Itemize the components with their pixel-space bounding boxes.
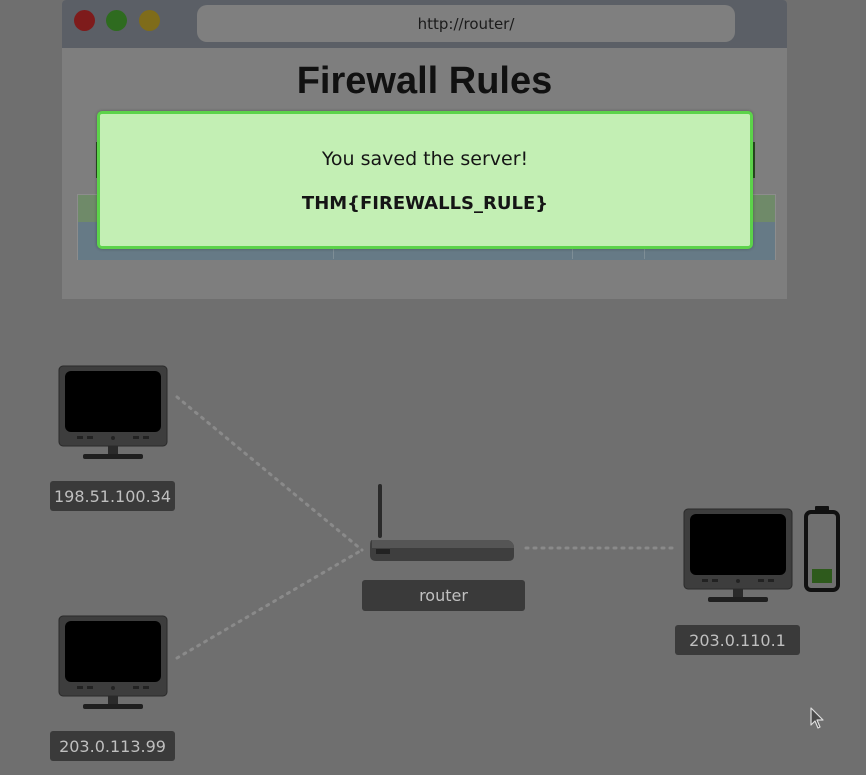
host-ip-label: 203.0.113.99 [50,731,175,761]
monitor-icon[interactable] [57,614,169,712]
mouse-cursor-icon [810,707,824,729]
success-dialog: You saved the server! THM{FIREWALLS_RULE… [97,111,753,249]
link-host2-router [175,548,364,660]
success-message: You saved the server! [321,148,529,170]
address-bar[interactable]: http://router/ [197,5,735,42]
flag-text: THM{FIREWALLS_RULE} [301,193,549,214]
router-label: router [362,580,525,611]
monitor-icon[interactable] [682,507,794,605]
battery-icon [804,506,840,592]
network-simulation: 198.51.100.34 203.0.113.99 router 203.0.… [0,0,866,775]
server-ip-label: 203.0.110.1 [675,625,800,655]
router-icon[interactable] [368,482,516,566]
close-window-button[interactable] [74,10,95,31]
page-title: Firewall Rules [296,60,553,102]
minimize-window-button[interactable] [139,10,160,31]
link-host1-router [175,395,364,552]
monitor-icon[interactable] [57,364,169,462]
maximize-window-button[interactable] [106,10,127,31]
host-ip-label: 198.51.100.34 [50,481,175,511]
browser-titlebar: http://router/ [62,0,787,48]
